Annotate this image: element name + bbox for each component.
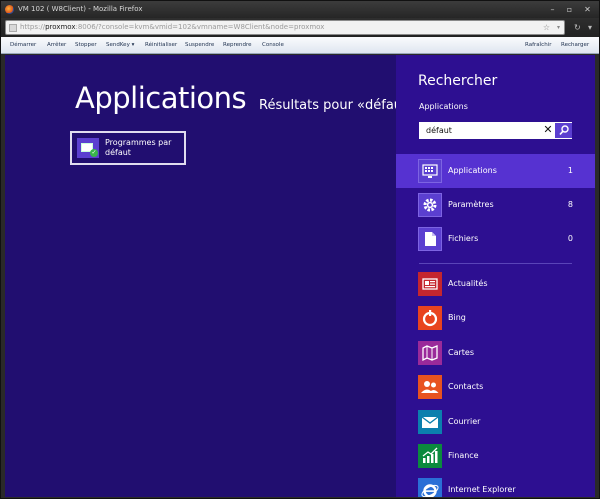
- toolbar-refresh-button[interactable]: Rafraîchir: [525, 37, 551, 53]
- maps-icon: [418, 341, 442, 365]
- toolbar-suspend-button[interactable]: Suspendre: [185, 37, 214, 53]
- app-item-internet-explorer[interactable]: Internet Explorer: [396, 473, 595, 497]
- search-input[interactable]: [420, 123, 538, 138]
- search-category-files[interactable]: Fichiers 0: [396, 222, 595, 256]
- app-label: Internet Explorer: [448, 485, 516, 494]
- app-item-contacts[interactable]: Contacts: [396, 370, 595, 404]
- category-label: Fichiers: [448, 234, 479, 243]
- toolbar-resume-button[interactable]: Reprendre: [223, 37, 251, 53]
- menu-dropdown-icon[interactable]: ▾: [588, 21, 592, 34]
- firefox-icon: [5, 5, 14, 14]
- category-count: 8: [567, 200, 573, 209]
- toolbar-reload-button[interactable]: Recharger: [561, 37, 589, 53]
- default-programs-icon: ✓: [77, 138, 99, 158]
- keyboard-icon: [418, 159, 442, 183]
- search-icon: [559, 125, 569, 136]
- toolbar-start-button[interactable]: Démarrer: [10, 37, 36, 53]
- history-dropdown-icon[interactable]: ▾: [557, 21, 560, 34]
- app-label: Bing: [448, 313, 466, 322]
- contacts-icon: [418, 375, 442, 399]
- app-label: Actualités: [448, 279, 488, 288]
- reload-icon[interactable]: ↻: [574, 21, 581, 34]
- url-host: proxmox: [45, 23, 76, 31]
- result-tile-default-programs[interactable]: ✓ Programmes par défaut: [70, 131, 186, 165]
- category-label: Paramètres: [448, 200, 494, 209]
- search-box: ✕: [419, 122, 572, 139]
- category-label: Applications: [448, 166, 497, 175]
- app-item-maps[interactable]: Cartes: [396, 336, 595, 370]
- vm-screen[interactable]: Applications Résultats pour «défaut» ✓ P…: [5, 55, 595, 497]
- url-prefix: https://: [20, 23, 46, 31]
- category-count: 0: [567, 234, 573, 243]
- results-heading: Résultats pour «défaut»: [259, 98, 416, 113]
- search-button[interactable]: [555, 123, 572, 138]
- navigation-bar: https://proxmox:8006/?console=kvm&vmid=1…: [1, 18, 599, 37]
- window-title: VM 102 ( W8Client) - Mozilla Firefox: [18, 5, 143, 13]
- close-button[interactable]: ✕: [581, 4, 594, 15]
- finance-icon: [418, 444, 442, 468]
- app-label: Finance: [448, 451, 479, 460]
- toolbar-stop-button[interactable]: Stopper: [75, 37, 97, 53]
- toolbar-reset-button[interactable]: Réinitialiser: [145, 37, 177, 53]
- search-category-settings[interactable]: Paramètres 8: [396, 188, 595, 222]
- ie-icon: [418, 478, 442, 497]
- category-count: 1: [567, 166, 573, 175]
- app-label: Courrier: [448, 417, 481, 426]
- app-item-news[interactable]: Actualités: [396, 267, 595, 301]
- site-identity-icon[interactable]: [9, 24, 17, 32]
- browser-window: VM 102 ( W8Client) - Mozilla Firefox – ▫…: [0, 0, 600, 499]
- minimize-button[interactable]: –: [546, 4, 559, 15]
- console-toolbar: Démarrer Arrêter Stopper SendKey ▾ Réini…: [1, 37, 599, 54]
- search-charm-pane: Rechercher Applications ✕ Applications 1: [396, 55, 595, 497]
- search-scope-label: Applications: [419, 102, 468, 111]
- app-label: Contacts: [448, 382, 484, 391]
- title-bar: VM 102 ( W8Client) - Mozilla Firefox – ▫…: [1, 1, 599, 18]
- search-pane-title: Rechercher: [418, 73, 498, 89]
- app-item-mail[interactable]: Courrier: [396, 405, 595, 439]
- toolbar-shutdown-button[interactable]: Arrêter: [47, 37, 66, 53]
- clear-search-button[interactable]: ✕: [542, 123, 554, 138]
- page-title: Applications: [75, 81, 247, 115]
- gear-icon: [418, 193, 442, 217]
- news-icon: [418, 272, 442, 296]
- app-label: Cartes: [448, 348, 475, 357]
- toolbar-sendkey-button[interactable]: SendKey ▾: [106, 37, 134, 53]
- bookmark-star-icon[interactable]: ☆: [543, 21, 550, 34]
- app-item-finance[interactable]: Finance: [396, 439, 595, 473]
- restore-button[interactable]: ▫: [563, 4, 576, 15]
- search-category-applications[interactable]: Applications 1: [396, 154, 595, 188]
- divider: [419, 263, 572, 264]
- mail-icon: [418, 410, 442, 434]
- bing-icon: [418, 306, 442, 330]
- toolbar-console-button[interactable]: Console: [262, 37, 284, 53]
- url-path: :8006/?console=kvm&vmid=102&vmname=W8Cli…: [75, 23, 325, 31]
- document-icon: [418, 227, 442, 251]
- app-item-bing[interactable]: Bing: [396, 301, 595, 335]
- result-tile-label: Programmes par défaut: [105, 138, 172, 157]
- address-field[interactable]: https://proxmox:8006/?console=kvm&vmid=1…: [5, 20, 565, 35]
